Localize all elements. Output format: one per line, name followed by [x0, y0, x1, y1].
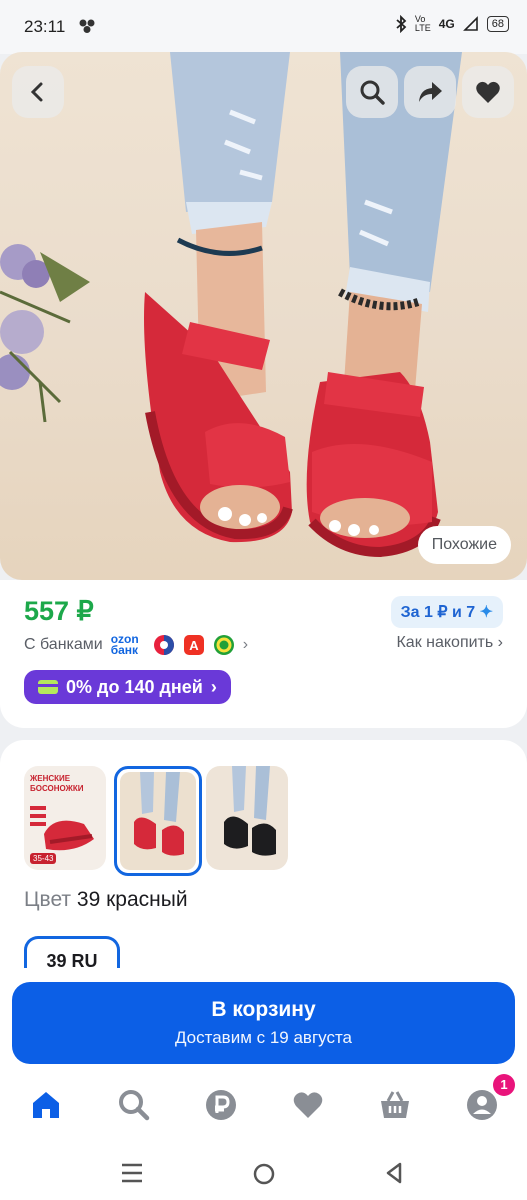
- variant-thumb-2-selected[interactable]: [114, 766, 202, 876]
- accumulate-link[interactable]: Как накопить ›: [396, 634, 503, 652]
- chevron-right-icon: ›: [210, 676, 217, 697]
- profile-icon[interactable]: [466, 1089, 498, 1121]
- search-tab-icon[interactable]: [118, 1089, 150, 1121]
- network-label: 4G: [438, 17, 455, 31]
- sandals-illustration: [0, 52, 462, 558]
- chevron-left-icon: [30, 82, 43, 102]
- variant-thumb-3[interactable]: [206, 766, 288, 870]
- app-dots-icon: [79, 19, 95, 33]
- product-photo[interactable]: Похожие: [0, 52, 527, 580]
- back-button[interactable]: [12, 66, 64, 118]
- color-label: Цвет: [24, 888, 72, 911]
- accumulate-label: Как накопить: [396, 634, 494, 651]
- search-button[interactable]: [346, 66, 398, 118]
- bluetooth-icon: [396, 15, 407, 33]
- status-time: 23:11: [24, 17, 66, 36]
- flower-decoration: [0, 244, 90, 423]
- points-badge[interactable]: За 1 ₽ и 7 ✦: [390, 596, 503, 628]
- sandal-thumb-image: [120, 772, 196, 870]
- bottom-tab-bar: [0, 1066, 527, 1148]
- banks-row[interactable]: С банками ozon банк А ›: [24, 632, 249, 657]
- ruble-icon[interactable]: [205, 1089, 237, 1121]
- system-nav-bar: [0, 1148, 527, 1200]
- bank-logo-icon: А: [183, 635, 204, 655]
- banks-label: С банками: [24, 636, 103, 653]
- share-icon: [419, 82, 442, 102]
- volte-label: Vo LTE: [414, 14, 431, 33]
- bank-logo-icon: [213, 635, 234, 655]
- sandal-thumb-image: [224, 766, 276, 856]
- favorite-button[interactable]: [462, 66, 514, 118]
- points-label: За 1 ₽ и 7: [400, 604, 476, 621]
- signal-icon: [462, 16, 478, 31]
- variant-thumb-1[interactable]: ЖЕНСКИЕ БОСОНОЖКИ 35-43: [24, 766, 106, 870]
- thumb-sizes: 35-43: [30, 853, 57, 864]
- profile-badge: 1: [493, 1074, 515, 1096]
- card-icon: [38, 680, 58, 694]
- back-nav-icon[interactable]: [384, 1162, 404, 1184]
- search-icon: [360, 80, 385, 105]
- cart-title: В корзину: [211, 998, 316, 1021]
- bank-logo-icon: [153, 635, 174, 655]
- installment-button[interactable]: 0% до 140 дней ›: [24, 670, 231, 704]
- thumb-title: ЖЕНСКИЕ БОСОНОЖКИ: [30, 774, 84, 793]
- home-nav-icon[interactable]: [252, 1162, 276, 1186]
- chevron-right-icon: ›: [497, 634, 503, 651]
- home-icon[interactable]: [30, 1089, 62, 1121]
- svg-text:А: А: [189, 638, 199, 653]
- color-line: Цвет 39 красный: [24, 888, 188, 912]
- share-button[interactable]: [404, 66, 456, 118]
- basket-icon[interactable]: [379, 1089, 411, 1121]
- recent-apps-icon[interactable]: [120, 1162, 144, 1184]
- installment-label: 0% до 140 дней: [66, 676, 203, 697]
- heart-tab-icon[interactable]: [292, 1089, 324, 1121]
- color-value: 39 красный: [76, 888, 188, 911]
- sparkle-icon: ✦: [479, 604, 493, 621]
- heart-icon: [476, 81, 500, 103]
- chevron-right-icon: ›: [242, 636, 249, 653]
- ozon-bank-logo: ozon банк: [110, 632, 139, 657]
- variants-card: ЖЕНСКИЕ БОСОНОЖКИ 35-43 Цвет 39 красный …: [0, 740, 527, 1000]
- product-price: 557 ₽: [24, 596, 94, 626]
- price-card: 557 ₽ За 1 ₽ и 7 ✦ С банками ozon банк А…: [0, 580, 527, 728]
- battery-icon: 68: [486, 16, 509, 32]
- delivery-date: Доставим с 19 августа: [174, 1028, 353, 1047]
- add-to-cart-button[interactable]: В корзину Доставим с 19 августа: [12, 982, 515, 1064]
- status-right: Vo LTE 4G 68: [395, 15, 509, 33]
- similar-button[interactable]: Похожие: [417, 526, 511, 564]
- status-bar: 23:11 Vo LTE 4G 68: [0, 0, 527, 54]
